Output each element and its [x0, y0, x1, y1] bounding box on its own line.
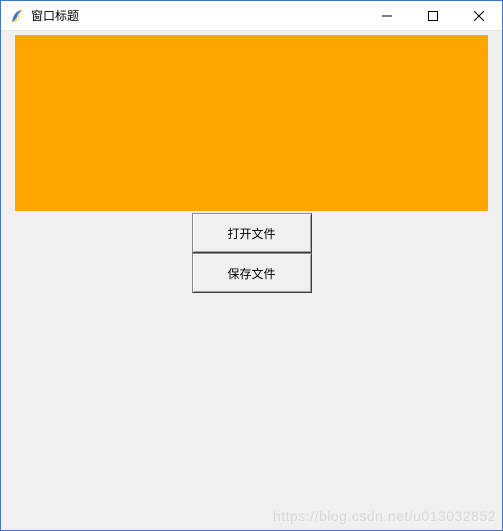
open-file-button[interactable]: 打开文件	[192, 213, 312, 253]
window-title: 窗口标题	[31, 7, 79, 24]
titlebar[interactable]: 窗口标题	[1, 1, 502, 31]
maximize-button[interactable]	[410, 1, 456, 30]
client-area: 打开文件 保存文件 https://blog.csdn.net/u0130328…	[1, 31, 502, 530]
button-stack: 打开文件 保存文件	[192, 213, 312, 293]
open-file-button-label: 打开文件	[227, 225, 275, 242]
window-frame: 窗口标题 打开文件 保存文件 https://blog.csdn.net/u01…	[0, 0, 503, 531]
close-button[interactable]	[456, 1, 502, 30]
tk-feather-icon	[9, 8, 25, 24]
window-controls	[364, 1, 502, 30]
orange-canvas	[15, 35, 488, 211]
minimize-button[interactable]	[364, 1, 410, 30]
watermark-text: https://blog.csdn.net/u013032852	[273, 508, 496, 524]
save-file-button[interactable]: 保存文件	[192, 253, 312, 293]
save-file-button-label: 保存文件	[227, 265, 275, 282]
